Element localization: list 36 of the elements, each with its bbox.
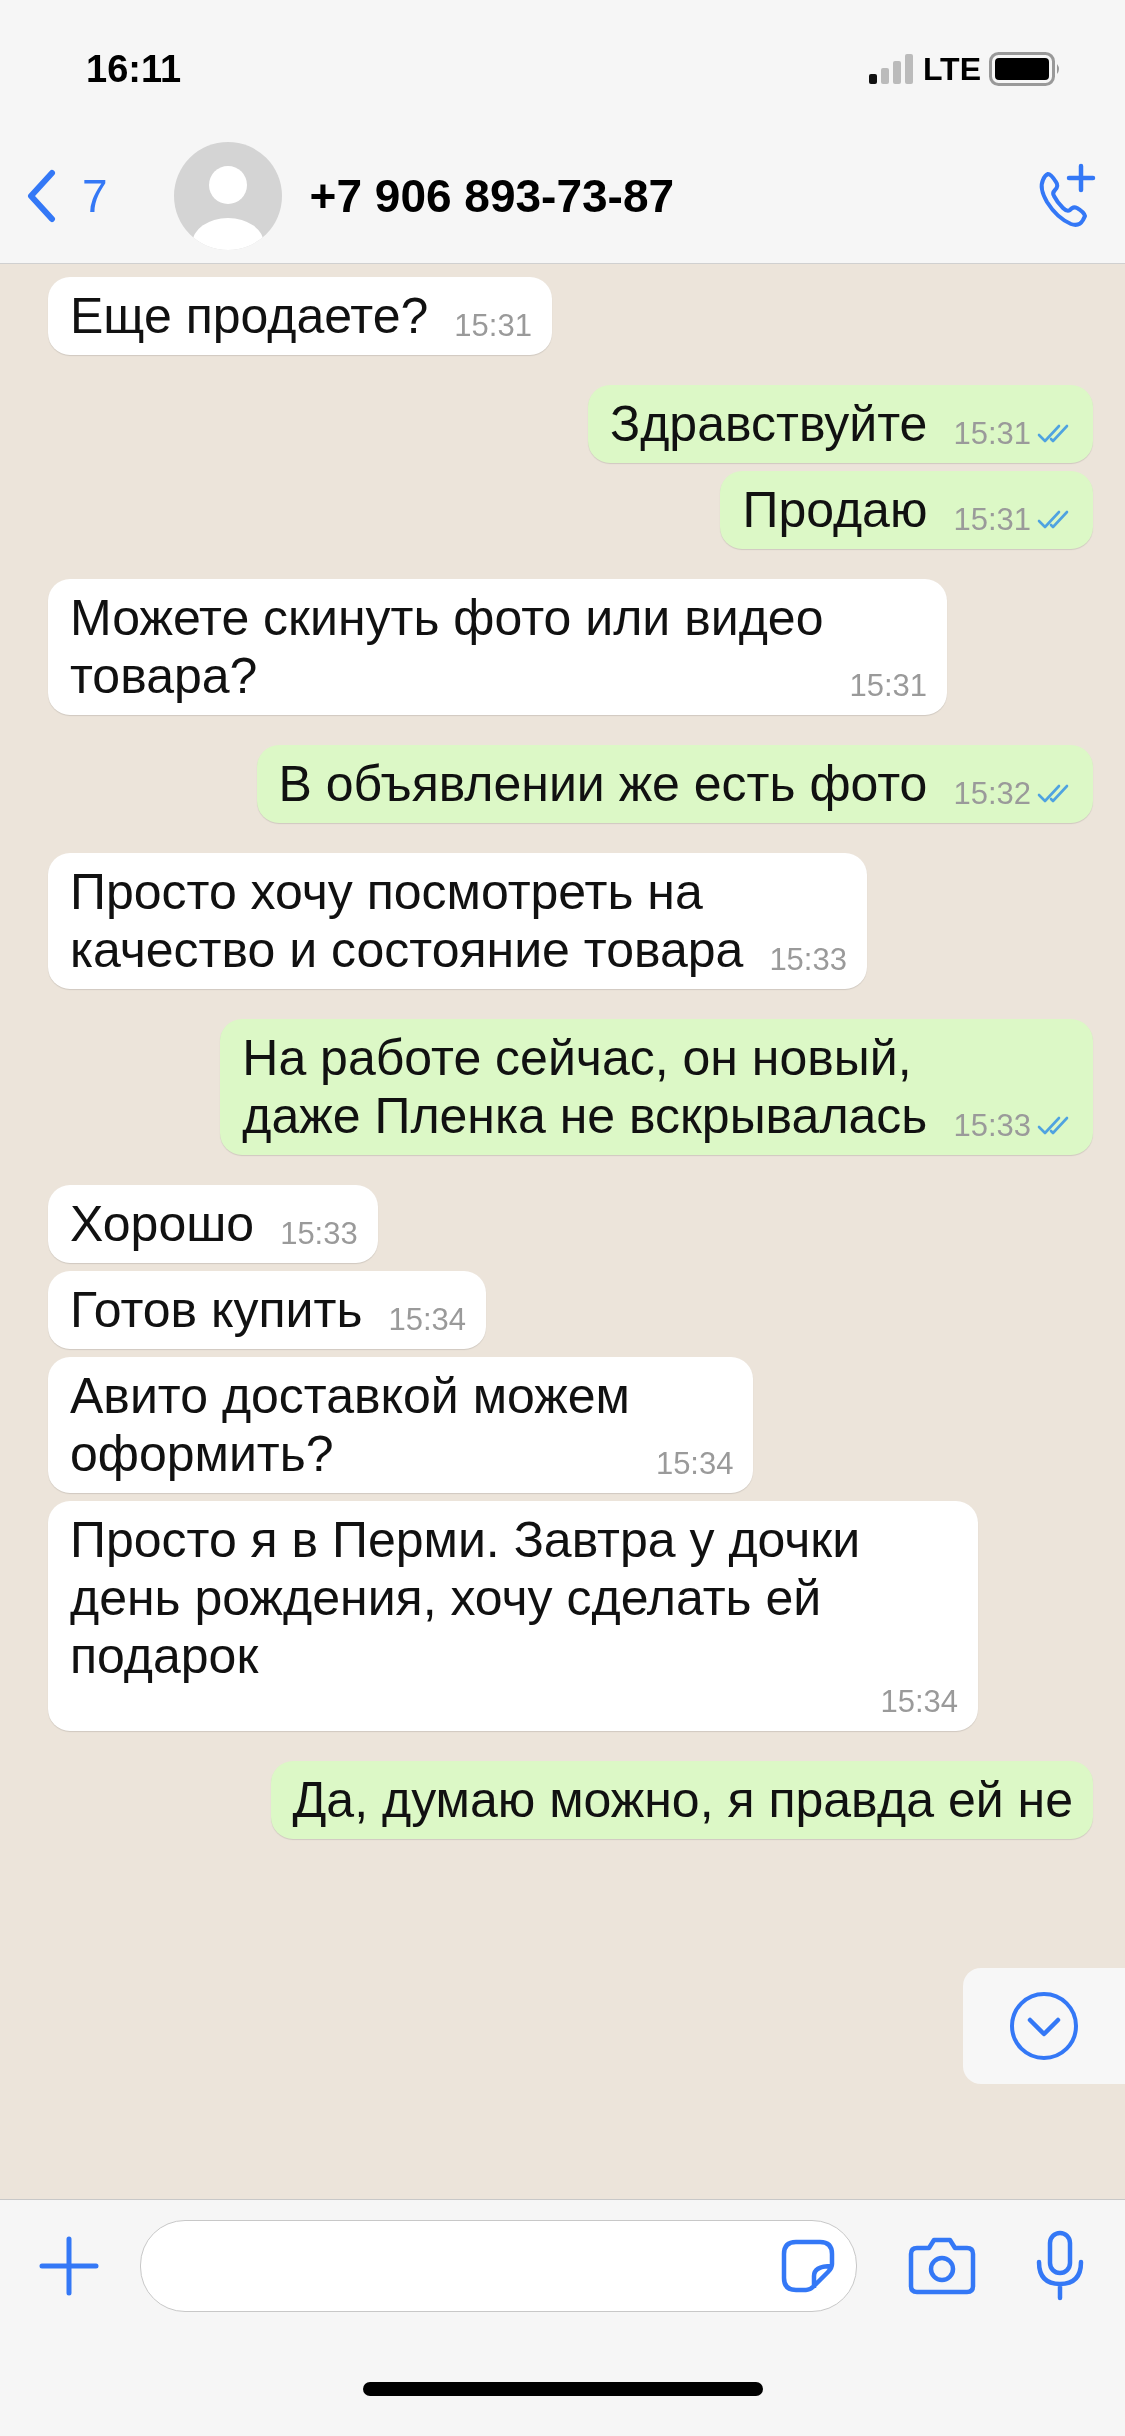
message-time: 15:34 [655, 1447, 734, 1481]
message-time: 15:33 [280, 1217, 358, 1251]
message-time: 15:33 [769, 943, 847, 977]
message-text: Просто хочу посмотреть на качество и состояние товара [70, 863, 744, 979]
message-time: 15:34 [388, 1303, 466, 1337]
signal-icon [868, 54, 915, 84]
plus-icon[interactable] [38, 2235, 100, 2297]
message-text: Можете скинуть фото или видео товара? [70, 589, 824, 705]
message-time: 15:33 [953, 1109, 1031, 1143]
message-text: В объявлении же есть фото [278, 755, 928, 813]
message-time: 15:31 [953, 417, 1031, 451]
message-text: Продаю [742, 481, 928, 539]
camera-icon[interactable] [907, 2236, 977, 2296]
message-text: Готов купить [70, 1281, 363, 1339]
chevron-left-icon[interactable] [26, 168, 56, 223]
microphone-icon[interactable] [1035, 2230, 1085, 2302]
message-time: 15:34 [880, 1685, 958, 1719]
message-time: 15:31 [849, 669, 928, 703]
battery-icon [989, 52, 1061, 86]
chevron-down-icon[interactable] [1008, 1990, 1080, 2062]
message-text: Просто я в Перми. Завтра у дочки день рождения, хочу сделать ей подарок [70, 1511, 861, 1685]
message-text: Да, думаю можно, я правда ей не [292, 1771, 1073, 1829]
message-time: 15:31 [953, 503, 1031, 537]
message-text: Хорошо [70, 1195, 255, 1253]
sticker-icon[interactable] [780, 2238, 836, 2294]
contact-title[interactable]: +7 906 893-73-87 [309, 168, 1029, 223]
scroll-down-button[interactable] [963, 1968, 1125, 2084]
message-time: 15:31 [454, 309, 532, 343]
back-button[interactable]: 7 [26, 168, 108, 223]
message-text: Здравствуйте [610, 395, 928, 453]
message-text: На работе сейчас, он новый, даже Пленка не вскрывалась [242, 1029, 928, 1145]
message-text: Еще продаете? [70, 287, 429, 345]
message-time: 15:32 [953, 777, 1031, 811]
message-text: Авито доставкой можем оформить? [70, 1367, 630, 1483]
status-time: 16:11 [86, 46, 182, 91]
network-label: LTE [922, 50, 981, 88]
